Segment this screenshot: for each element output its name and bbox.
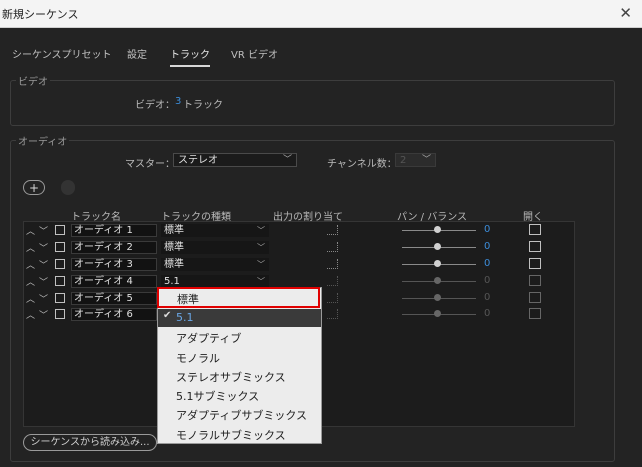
output-routing-icon[interactable] — [327, 242, 338, 252]
open-checkbox[interactable] — [529, 308, 541, 319]
pan-slider-knob[interactable] — [434, 260, 441, 267]
chevron-up-icon[interactable]: ︿ — [26, 258, 35, 271]
dropdown-option-label: 5.1 — [176, 311, 194, 324]
chevron-down-icon[interactable]: ﹀ — [39, 292, 48, 305]
pan-slider-knob[interactable] — [434, 277, 441, 284]
dropdown-option[interactable]: アダプティブサブミックス — [176, 407, 307, 423]
master-label: マスター： — [125, 159, 175, 170]
track-name-field[interactable]: オーディオ 1 — [71, 224, 157, 237]
chevron-up-icon[interactable]: ︿ — [26, 275, 35, 288]
chevron-down-icon: ﹀ — [257, 260, 265, 269]
chevron-up-icon[interactable]: ︿ — [26, 308, 35, 321]
master-select[interactable]: ステレオ ﹀ — [173, 153, 297, 167]
chevron-up-icon[interactable]: ︿ — [26, 224, 35, 237]
track-type-select[interactable]: 標準 ﹀ — [161, 224, 269, 237]
pan-slider-knob[interactable] — [434, 243, 441, 250]
highlighted-option-box[interactable]: 標準 — [157, 287, 320, 308]
video-group-label: ビデオ — [16, 73, 50, 88]
channels-value: 2 — [400, 155, 407, 166]
dropdown-option[interactable]: モノラル — [176, 350, 220, 366]
tab-vr-video[interactable]: VR ビデオ — [231, 46, 278, 61]
track-name-field[interactable]: オーディオ 3 — [71, 258, 157, 271]
pan-value[interactable]: 0 — [484, 241, 490, 252]
track-name-field[interactable]: オーディオ 6 — [71, 308, 157, 321]
pan-slider-knob[interactable] — [434, 226, 441, 233]
open-checkbox[interactable] — [529, 292, 541, 303]
tab-settings[interactable]: 設定 — [127, 46, 147, 61]
import-from-sequence-button[interactable]: シーケンスから読み込み... — [23, 434, 157, 451]
pan-value[interactable]: 0 — [484, 308, 490, 319]
close-icon[interactable]: ✕ — [619, 4, 632, 22]
tab-sequence-presets[interactable]: シーケンスプリセット — [12, 46, 112, 61]
track-type-value: 標準 — [164, 259, 184, 270]
pan-slider-knob[interactable] — [434, 310, 441, 317]
track-type-select[interactable]: 標準 ﹀ — [161, 258, 269, 271]
pan-slider-knob[interactable] — [434, 294, 441, 301]
video-group — [10, 80, 615, 126]
output-routing-icon[interactable] — [327, 276, 338, 286]
chevron-down-icon[interactable]: ﹀ — [39, 241, 48, 254]
dropdown-option[interactable]: アダプティブ — [176, 330, 241, 346]
dropdown-option[interactable]: 5.1サブミックス — [176, 388, 259, 404]
track-type-value: 標準 — [164, 225, 184, 236]
add-track-button[interactable]: + — [23, 180, 45, 195]
checkmark-icon: ✔ — [163, 310, 172, 321]
track-row: ︿ ﹀ オーディオ 3 標準 ﹀ 0 — [24, 257, 572, 273]
video-tracks-label: ビデオ： — [135, 100, 175, 111]
master-value: ステレオ — [178, 155, 218, 166]
dropdown-option[interactable]: ステレオサブミックス — [176, 369, 286, 385]
video-track-count[interactable]: 3 — [175, 96, 181, 107]
tab-tracks[interactable]: トラック — [170, 46, 210, 67]
chevron-down-icon[interactable]: ﹀ — [39, 258, 48, 271]
chevron-down-icon: ﹀ — [257, 243, 265, 252]
track-name-field[interactable]: オーディオ 5 — [71, 292, 157, 305]
channels-select[interactable]: 2 ﹀ — [395, 153, 436, 167]
dropdown-option-highlighted: 標準 — [177, 293, 199, 306]
pan-value[interactable]: 0 — [484, 258, 490, 269]
open-checkbox[interactable] — [529, 258, 541, 269]
track-type-dropdown: ✔ 5.1 アダプティブ モノラル ステレオサブミックス 5.1サブミックス ア… — [157, 287, 322, 444]
title-bar: 新規シーケンス ✕ — [0, 0, 642, 28]
output-routing-icon[interactable] — [327, 225, 338, 235]
track-checkbox[interactable] — [55, 293, 65, 303]
output-routing-icon[interactable] — [327, 293, 338, 303]
open-checkbox[interactable] — [529, 241, 541, 252]
audio-group-label: オーディオ — [16, 133, 70, 148]
chevron-down-icon[interactable]: ﹀ — [39, 224, 48, 237]
output-routing-icon[interactable] — [327, 309, 338, 319]
output-routing-icon[interactable] — [327, 259, 338, 269]
track-checkbox[interactable] — [55, 259, 65, 269]
track-type-select[interactable]: 標準 ﹀ — [161, 241, 269, 254]
remove-track-button[interactable] — [61, 180, 75, 195]
chevron-up-icon[interactable]: ︿ — [26, 241, 35, 254]
dropdown-option[interactable]: モノラルサブミックス — [176, 427, 286, 443]
chevron-down-icon[interactable]: ﹀ — [39, 308, 48, 321]
track-type-value: 5.1 — [164, 276, 180, 287]
chevron-down-icon[interactable]: ﹀ — [39, 275, 48, 288]
chevron-down-icon: ﹀ — [421, 155, 431, 165]
track-name-field[interactable]: オーディオ 4 — [71, 275, 157, 288]
pan-value[interactable]: 0 — [484, 292, 490, 303]
track-type-value: 標準 — [164, 242, 184, 253]
track-checkbox[interactable] — [55, 242, 65, 252]
track-row: ︿ ﹀ オーディオ 1 標準 ﹀ 0 — [24, 223, 572, 239]
open-checkbox[interactable] — [529, 275, 541, 286]
pan-value[interactable]: 0 — [484, 275, 490, 286]
chevron-down-icon: ﹀ — [257, 226, 265, 235]
tab-bar: シーケンスプリセット 設定 トラック VR ビデオ — [0, 27, 642, 67]
track-name-field[interactable]: オーディオ 2 — [71, 241, 157, 254]
chevron-down-icon: ﹀ — [282, 155, 292, 165]
open-checkbox[interactable] — [529, 224, 541, 235]
chevron-up-icon[interactable]: ︿ — [26, 292, 35, 305]
window-title: 新規シーケンス — [2, 8, 79, 21]
track-checkbox[interactable] — [55, 225, 65, 235]
dropdown-option-selected[interactable]: ✔ 5.1 — [158, 309, 321, 327]
track-checkbox[interactable] — [55, 276, 65, 286]
track-checkbox[interactable] — [55, 309, 65, 319]
track-row: ︿ ﹀ オーディオ 2 標準 ﹀ 0 — [24, 240, 572, 256]
pan-value[interactable]: 0 — [484, 224, 490, 235]
channels-label: チャンネル数： — [327, 159, 397, 170]
video-track-unit: トラック — [183, 100, 223, 111]
